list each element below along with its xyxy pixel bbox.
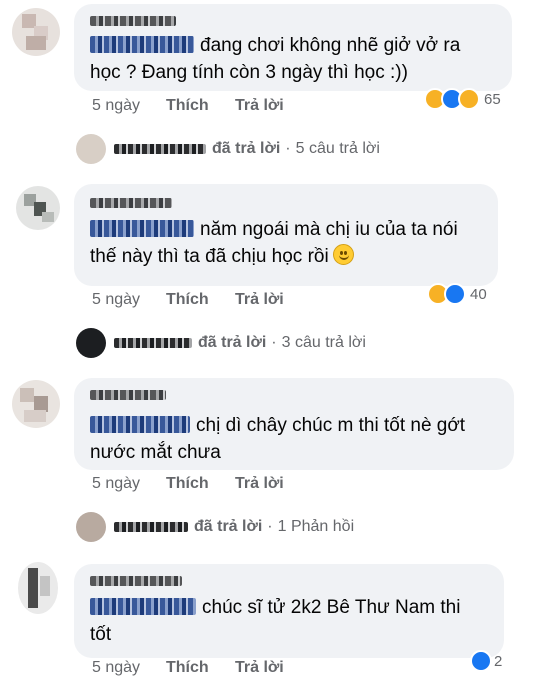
replier-name bbox=[114, 522, 188, 532]
replied-label: đã trả lời bbox=[198, 334, 267, 351]
comment-text: năm ngoái mà chị iu của ta nói thế này t… bbox=[90, 219, 458, 267]
reaction-summary[interactable]: 40 bbox=[427, 283, 487, 305]
comment-actions: 5 ngày Thích Trả lời bbox=[92, 659, 284, 677]
like-icon bbox=[470, 650, 492, 672]
like-button[interactable]: Thích bbox=[166, 291, 235, 309]
comment-text: đang chơi không nhẽ giở vở ra học ? Đang… bbox=[90, 35, 461, 83]
avatar[interactable] bbox=[16, 186, 60, 230]
reply-button[interactable]: Trả lời bbox=[235, 659, 284, 677]
comment-bubble: chúc sĩ tử 2k2 Bê Thư Nam thi tốt bbox=[74, 564, 504, 658]
reaction-count: 40 bbox=[470, 285, 487, 303]
mention-tag[interactable] bbox=[90, 36, 194, 53]
timestamp[interactable]: 5 ngày bbox=[92, 475, 166, 493]
avatar bbox=[76, 512, 106, 542]
separator: · bbox=[285, 140, 291, 157]
comment-text: chị dì chây chúc m thi tốt nè gớt nước m… bbox=[90, 415, 466, 463]
replier-name bbox=[114, 144, 206, 154]
author-name[interactable] bbox=[90, 576, 182, 586]
smile-emoji-icon bbox=[332, 244, 354, 265]
avatar bbox=[76, 134, 106, 164]
view-replies[interactable]: đã trả lời · 3 câu trả lời bbox=[76, 328, 366, 358]
comment-actions: 5 ngày Thích Trả lời bbox=[92, 97, 284, 115]
author-name[interactable] bbox=[90, 198, 172, 208]
timestamp[interactable]: 5 ngày bbox=[92, 97, 166, 115]
comment-bubble: năm ngoái mà chị iu của ta nói thế này t… bbox=[74, 184, 498, 286]
mention-tag[interactable] bbox=[90, 416, 190, 433]
replier-name bbox=[114, 338, 192, 348]
comment-bubble: đang chơi không nhẽ giở vở ra học ? Đang… bbox=[74, 4, 512, 91]
like-icon bbox=[444, 283, 466, 305]
reply-count: 1 Phản hồi bbox=[277, 518, 355, 535]
timestamp[interactable]: 5 ngày bbox=[92, 659, 166, 677]
view-replies[interactable]: đã trả lời · 1 Phản hồi bbox=[76, 512, 354, 542]
comment-actions: 5 ngày Thích Trả lời bbox=[92, 475, 284, 493]
reaction-summary[interactable]: 2 bbox=[470, 650, 502, 672]
comment-actions: 5 ngày Thích Trả lời bbox=[92, 291, 284, 309]
mention-tag[interactable] bbox=[90, 220, 194, 237]
like-button[interactable]: Thích bbox=[166, 475, 235, 493]
view-replies[interactable]: đã trả lời · 5 câu trả lời bbox=[76, 134, 380, 164]
reaction-count: 65 bbox=[484, 90, 501, 108]
reply-button[interactable]: Trả lời bbox=[235, 475, 284, 493]
like-button[interactable]: Thích bbox=[166, 659, 235, 677]
separator: · bbox=[271, 334, 277, 351]
reaction-count: 2 bbox=[494, 652, 503, 670]
reply-count: 3 câu trả lời bbox=[281, 334, 366, 351]
like-button[interactable]: Thích bbox=[166, 97, 235, 115]
reply-button[interactable]: Trả lời bbox=[235, 97, 284, 115]
reaction-summary[interactable]: 65 bbox=[424, 88, 501, 110]
mention-tag[interactable] bbox=[90, 598, 196, 615]
avatar[interactable] bbox=[12, 380, 60, 428]
author-name[interactable] bbox=[90, 390, 166, 400]
avatar[interactable] bbox=[12, 8, 60, 56]
reply-count: 5 câu trả lời bbox=[295, 140, 380, 157]
replied-label: đã trả lời bbox=[212, 140, 281, 157]
replied-label: đã trả lời bbox=[194, 518, 263, 535]
avatar[interactable] bbox=[18, 562, 58, 614]
comment-bubble: chị dì chây chúc m thi tốt nè gớt nước m… bbox=[74, 378, 514, 470]
sad-icon bbox=[458, 88, 480, 110]
author-name[interactable] bbox=[90, 16, 176, 26]
avatar bbox=[76, 328, 106, 358]
comment-text: chúc sĩ tử 2k2 Bê Thư Nam thi tốt bbox=[90, 597, 461, 645]
reply-button[interactable]: Trả lời bbox=[235, 291, 284, 309]
timestamp[interactable]: 5 ngày bbox=[92, 291, 166, 309]
separator: · bbox=[267, 518, 273, 535]
